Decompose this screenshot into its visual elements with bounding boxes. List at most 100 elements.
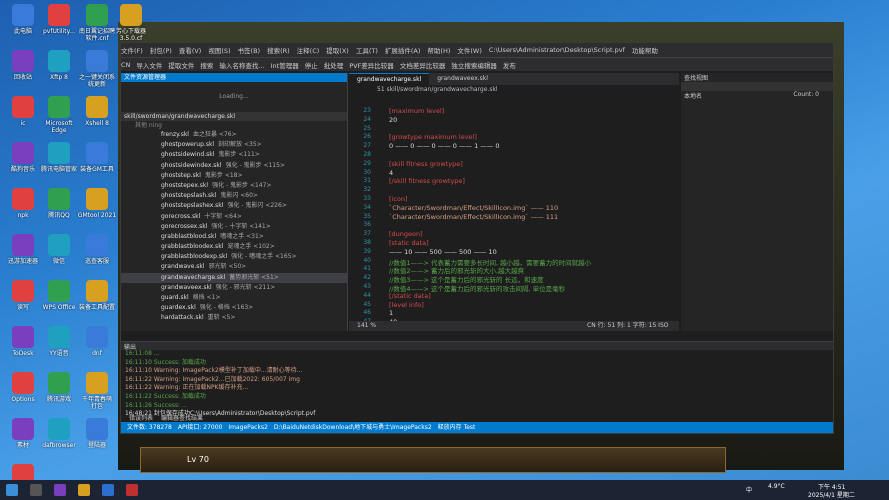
- desktop-icon-label: pvfUtility...: [43, 28, 75, 35]
- desktop-icon[interactable]: Xftp 8: [38, 50, 80, 81]
- menu-item[interactable]: 文件(F): [121, 45, 143, 55]
- menu-item[interactable]: 提取(X): [326, 45, 349, 55]
- file-row[interactable]: ghoststepslash.skl 鬼影闪 <60>: [121, 191, 347, 201]
- desktop-icon[interactable]: 装备GM工具: [76, 142, 118, 173]
- menu-item[interactable]: 视图(S): [208, 45, 230, 55]
- menu-item[interactable]: 书签(B): [238, 45, 261, 55]
- file-row[interactable]: grabblastbloodexp.skl 强化 - 嗜魂之手 <165>: [121, 252, 347, 262]
- app-icon: [12, 50, 34, 72]
- start-icon[interactable]: [6, 484, 18, 496]
- editor-tab[interactable]: grandwaveex.skl: [429, 73, 496, 85]
- output-line: 16:11:08 ...: [125, 350, 160, 357]
- file-row[interactable]: frenzy.skl 血之狂暴 <76>: [121, 130, 347, 140]
- code-line: [/static data]: [389, 291, 431, 300]
- desktop-icon[interactable]: WPS Office: [38, 280, 80, 311]
- file-row[interactable]: grandwave.skl 邪光斩 <50>: [121, 262, 347, 272]
- file-row[interactable]: ghostsidewindex.skl 强化 - 鬼影步 <115>: [121, 161, 347, 171]
- desktop-icon[interactable]: 装备工具配置: [76, 280, 118, 311]
- app-icon: [48, 234, 70, 256]
- menu-item[interactable]: 工具(T): [356, 45, 378, 55]
- toolbar-item[interactable]: 批处理: [324, 60, 344, 70]
- file-name: ghostpowerup.skl: [161, 141, 215, 149]
- menu-item[interactable]: 搜索(R): [267, 45, 290, 55]
- menu-item[interactable]: 帮助(H): [427, 45, 450, 55]
- desktop-icon-label: 微信: [52, 258, 65, 265]
- toolbar-item[interactable]: 输入名称查找...: [219, 60, 264, 70]
- file-row[interactable]: ghostsidewind.skl 鬼影步 <111>: [121, 150, 347, 160]
- code-line: [maximum level]: [389, 107, 445, 115]
- code-area[interactable]: 23 [maximum level] 24 20 25 26 [growtype maxim…: [349, 107, 679, 326]
- toolbar-item[interactable]: CN: [121, 61, 130, 69]
- toolbar-item[interactable]: 发布: [503, 60, 516, 70]
- code-line: —— 10 —— 500 —— 500 —— 10: [389, 247, 497, 256]
- ime[interactable]: 中: [746, 485, 752, 494]
- menu-item[interactable]: 封包(P): [150, 45, 172, 55]
- toolbar-item[interactable]: 停止: [305, 60, 318, 70]
- file-desc: 强化 - 嗜魂之手 <165>: [231, 253, 297, 261]
- file-row[interactable]: guardex.skl 强化 - 格挡 <163>: [121, 303, 347, 313]
- menu-item[interactable]: 扩展插件(A): [385, 45, 421, 55]
- desktop-icon[interactable]: 之一键关闭系 统更新: [76, 50, 118, 88]
- file-row[interactable]: grabblastblood.skl 嗜魂之手 <31>: [121, 232, 347, 242]
- desktop-icon[interactable]: pvfUtility...: [38, 4, 80, 35]
- file-row[interactable]: grandwaveex.skl 强化 - 邪光斩 <211>: [121, 283, 347, 293]
- explorer-filter[interactable]: 其他 ning: [121, 121, 347, 130]
- file-row[interactable]: ghoststep.skl 鬼影步 <18>: [121, 171, 347, 181]
- desktop-icon[interactable]: 芳心下载器 3.5.0.cf: [110, 4, 152, 42]
- line-number: 46: [363, 309, 371, 317]
- desktop-icon[interactable]: 腾讯游戏: [38, 372, 80, 403]
- desktop-icon[interactable]: dnf: [76, 326, 118, 357]
- menu-item[interactable]: 文件(W): [457, 45, 482, 55]
- file-row[interactable]: gorecross.skl 十字斩 <64>: [121, 212, 347, 222]
- desktop-icon-label: 腾讯电脑管家: [40, 166, 77, 173]
- app-icon: [48, 96, 70, 118]
- file-desc: 十字斩 <64>: [204, 212, 242, 220]
- file-name: grabblastbloodex.skl: [161, 243, 224, 251]
- code-line: [skill fitness growtype]: [389, 159, 463, 168]
- toolbar-item[interactable]: 搜索: [200, 60, 213, 70]
- desktop-icon[interactable]: GMtool 2021: [76, 188, 118, 219]
- file-row[interactable]: hardattack.skl 重斩 <5>: [121, 313, 347, 323]
- menu-item[interactable]: 注释(C): [297, 45, 320, 55]
- desktop-icon-label: dafbrowser: [42, 442, 76, 449]
- file-row[interactable]: ghostpowerup.skl 刻印解放 <35>: [121, 140, 347, 150]
- toolbar-item[interactable]: 导入文件: [136, 60, 162, 70]
- file-row[interactable]: gorecrossex.skl 强化 - 十字斩 <141>: [121, 222, 347, 232]
- desktop-icon[interactable]: 千年青春萌 打包: [76, 372, 118, 410]
- file-row[interactable]: ghoststepex.skl 强化 - 鬼影步 <147>: [121, 181, 347, 191]
- toolbar-item[interactable]: 独立搜索编辑器: [451, 60, 497, 70]
- toolbar-item[interactable]: PVF差异比较器: [349, 60, 394, 70]
- desktop-icon[interactable]: 腾讯电脑管家: [38, 142, 80, 173]
- desktop-icon[interactable]: dafbrowser: [38, 418, 80, 449]
- file-row[interactable]: guard.skl 格挡 <1>: [121, 293, 347, 303]
- output-line: 16:11:26 Success: ...: [125, 401, 188, 409]
- output-tab[interactable]: 错误列表: [129, 415, 153, 422]
- desktop-icon[interactable]: 登陆器: [76, 418, 118, 449]
- desktop-icon[interactable]: 腾讯QQ: [38, 188, 80, 219]
- file-row[interactable]: ghoststepslashex.skl 强化 - 鬼影闪 <226>: [121, 201, 347, 211]
- editor-tab[interactable]: grandwavecharge.skl: [349, 73, 430, 85]
- zoom-level[interactable]: 141 %: [357, 322, 376, 329]
- toolbar-item[interactable]: 提取文件: [168, 60, 194, 70]
- menu-item[interactable]: 查看(V): [179, 45, 202, 55]
- file-row[interactable]: grandwavecharge.skl 蓄势邪光斩 <51>: [121, 272, 347, 283]
- folder-icon[interactable]: [78, 484, 90, 496]
- edge-icon[interactable]: [102, 484, 114, 496]
- app-icon: [48, 188, 70, 210]
- desktop-icon[interactable]: 微信: [38, 234, 80, 265]
- desktop-icon[interactable]: Microsoft Edge: [38, 96, 80, 134]
- clock-date[interactable]: 2025/4/1 星期二: [808, 490, 855, 499]
- file-explorer: 文件资源管理器 Loading... skill/swordman/grandw…: [121, 73, 348, 331]
- output-tab[interactable]: 编辑器查找结果: [161, 415, 203, 422]
- desktop-icon[interactable]: Xshell 8: [76, 96, 118, 127]
- app-icon[interactable]: [126, 484, 138, 496]
- toolbar-item[interactable]: 文档差异比较器: [400, 60, 446, 70]
- toolbar-item[interactable]: Int管理器: [271, 60, 299, 70]
- desktop-icon[interactable]: 巡查客服: [76, 234, 118, 265]
- app-icon: [48, 142, 70, 164]
- file-row[interactable]: grabblastbloodex.skl 宠魂之手 <102>: [121, 242, 347, 252]
- output-panel: 输出 16:11:08 ... 16:11:10 Success: 加载成功 16:…: [121, 341, 833, 422]
- search-icon[interactable]: [30, 484, 42, 496]
- desktop-icon[interactable]: YY语音: [38, 326, 80, 357]
- visual-studio-icon[interactable]: [54, 484, 66, 496]
